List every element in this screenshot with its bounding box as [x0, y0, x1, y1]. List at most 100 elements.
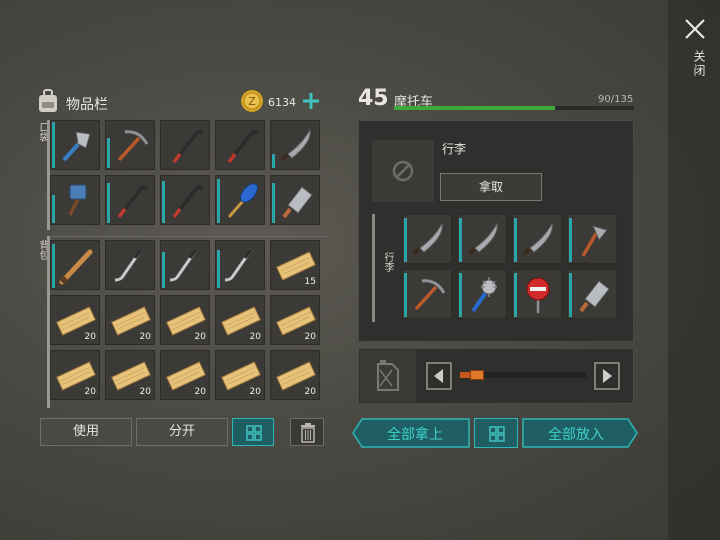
use-button[interactable]: 使用: [40, 418, 132, 446]
put-all-button[interactable]: 全部放入: [522, 418, 638, 448]
luggage-slot[interactable]: [512, 269, 562, 319]
item-quantity: 20: [249, 387, 261, 397]
item-quantity: 20: [84, 332, 96, 342]
durability-bar: [52, 244, 55, 288]
backpack-slot[interactable]: 20: [105, 350, 155, 400]
durability-bar: [459, 273, 462, 317]
take-all-button[interactable]: 全部拿上: [352, 418, 470, 448]
item-quantity: 20: [304, 332, 316, 342]
inventory-title: 物品栏: [66, 97, 108, 113]
backpack-slot[interactable]: 15: [270, 240, 320, 290]
pocket-slot[interactable]: [215, 120, 265, 170]
backpack-slot[interactable]: [105, 240, 155, 290]
durability-bar: [217, 179, 220, 223]
item-quantity: 15: [304, 277, 316, 287]
item-quantity: 20: [249, 332, 261, 342]
backpack-slot[interactable]: 20: [270, 350, 320, 400]
pocket-slot[interactable]: [50, 175, 100, 225]
sort-button[interactable]: [232, 418, 274, 446]
backpack-slot[interactable]: [50, 240, 100, 290]
item-quantity: 20: [194, 332, 206, 342]
item-quantity: 20: [139, 332, 151, 342]
luggage-divider: [372, 214, 375, 322]
backpack-slot[interactable]: 20: [270, 295, 320, 345]
trash-button[interactable]: [290, 418, 324, 446]
durability-bar: [52, 195, 55, 223]
item-quantity: 20: [84, 387, 96, 397]
durability-bar: [569, 218, 572, 262]
pocket-slot[interactable]: [105, 175, 155, 225]
grid-icon: [246, 425, 262, 441]
arrow-right-icon: [594, 362, 620, 390]
take-button[interactable]: 拿取: [440, 173, 542, 201]
backpack-slot[interactable]: 20: [215, 295, 265, 345]
close-icon[interactable]: [682, 16, 708, 42]
take-all-label: 全部拿上: [387, 427, 443, 443]
coin-icon: Z: [240, 89, 264, 113]
durability-bar: [514, 273, 517, 317]
pocket-slot[interactable]: [105, 120, 155, 170]
durability-bar: [272, 154, 275, 168]
luggage-slot[interactable]: [402, 269, 452, 319]
close-label[interactable]: 关闭: [682, 50, 708, 78]
capacity-bar-fill: [394, 106, 555, 110]
durability-bar: [162, 252, 165, 288]
arrow-left-icon: [426, 362, 452, 390]
fuel-increase-button[interactable]: [594, 362, 620, 390]
backpack-slot[interactable]: 20: [50, 350, 100, 400]
durability-bar: [569, 273, 572, 317]
luggage-slot[interactable]: [457, 269, 507, 319]
durability-bar: [459, 218, 462, 262]
blocked-icon: [392, 160, 414, 182]
backpack-slot[interactable]: [160, 240, 210, 290]
durability-bar: [52, 122, 55, 168]
durability-bar: [217, 250, 220, 288]
item-quantity: 20: [194, 387, 206, 397]
pocket-slot[interactable]: [270, 175, 320, 225]
close-panel: [668, 0, 720, 540]
grid-icon: [489, 426, 505, 442]
backpack-slot[interactable]: 20: [160, 350, 210, 400]
fuel-slider-handle[interactable]: [470, 370, 484, 380]
luggage-slot[interactable]: [457, 214, 507, 264]
jerrycan-icon: [377, 360, 399, 391]
vehicle-level: 45: [358, 86, 389, 111]
backpack-slot[interactable]: 20: [105, 295, 155, 345]
section-divider: [50, 236, 326, 237]
luggage-slot[interactable]: [567, 214, 617, 264]
put-all-label: 全部放入: [548, 427, 604, 443]
split-button[interactable]: 分开: [136, 418, 228, 446]
backpack-slot[interactable]: 20: [215, 350, 265, 400]
backpack-icon: [36, 88, 60, 114]
luggage-label: 行李: [382, 252, 393, 272]
durability-bar: [404, 273, 407, 317]
sort-vehicle-button[interactable]: [474, 418, 518, 448]
pocket-slot[interactable]: [270, 120, 320, 170]
luggage-slot[interactable]: [512, 214, 562, 264]
pocket-slot[interactable]: [50, 120, 100, 170]
durability-bar: [107, 183, 110, 223]
luggage-slot[interactable]: [567, 269, 617, 319]
backpack-slot[interactable]: [215, 240, 265, 290]
fuel-decrease-button[interactable]: [426, 362, 452, 390]
pocket-slot[interactable]: [160, 175, 210, 225]
fuel-slot[interactable]: [360, 350, 416, 402]
add-coins-button[interactable]: [300, 90, 322, 112]
luggage-slot[interactable]: [402, 214, 452, 264]
vehicle-capacity: 90/135: [598, 94, 634, 105]
capacity-bar: [394, 106, 634, 110]
durability-bar: [514, 218, 517, 262]
item-quantity: 20: [139, 387, 151, 397]
pocket-slot[interactable]: [215, 175, 265, 225]
durability-bar: [272, 183, 275, 223]
durability-bar: [107, 138, 110, 168]
pocket-slot[interactable]: [160, 120, 210, 170]
svg-text:Z: Z: [248, 95, 256, 108]
backpack-slot[interactable]: 20: [50, 295, 100, 345]
trash-icon: [301, 423, 315, 443]
coin-count: 6134: [268, 96, 296, 109]
item-quantity: 20: [304, 387, 316, 397]
backpack-slot[interactable]: 20: [160, 295, 210, 345]
storage-title: 行李: [442, 142, 467, 156]
durability-bar: [404, 218, 407, 262]
